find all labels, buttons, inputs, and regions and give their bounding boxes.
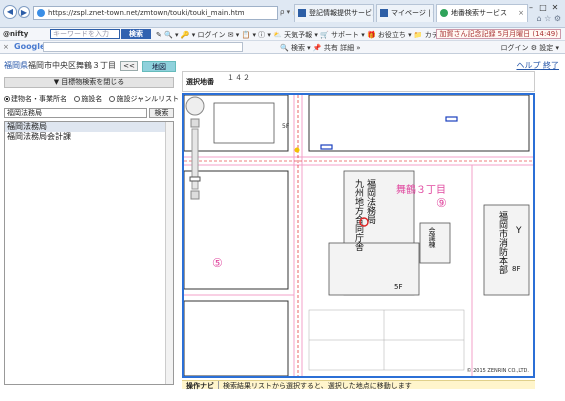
tab-label: 地番検索サービス [451,9,507,17]
bldg-label-2: 九州地方合同庁舎 [353,179,364,252]
tab-1[interactable]: 登記情報提供サービス [294,4,374,22]
tab-close-icon[interactable]: × [518,5,524,21]
bldg-label-3: 福岡市消防本部 [497,210,508,275]
toggle-landmark-search-button[interactable]: ▼ 目標物検索を閉じる [4,77,174,88]
map-copyright: © 2015 ZENRIN CO.,LTD. [466,368,530,374]
browser-titlebar: ◀ ▶ https://zspl.znet-town.net/zmtown/to… [0,0,565,28]
svg-text:5F: 5F [282,123,290,130]
direction-arrow-icon [320,144,333,150]
list-item[interactable]: 福岡法務局 [5,122,173,132]
floors-5f: 5F [394,283,402,291]
search-type-radios: 建物名・事業所名 施設名 施設ジャンルリスト [4,94,184,104]
address-bar[interactable]: https://zspl.znet-town.net/zmtown/touki/… [33,6,278,20]
tab-2[interactable]: マイページ | 登記情報提… [376,4,434,22]
home-icon[interactable]: ⌂ [536,14,541,23]
radio-label: 建物名・事業所名 [11,95,67,103]
settings-icon[interactable]: ⚙ [554,14,561,23]
tab-label: 登記情報提供サービス [309,9,374,17]
news-ticker[interactable]: 加賀さん記念記録 5月月曜日 (14:49) [436,29,561,39]
selected-lot-label: 選択地番 [186,78,214,86]
op-navi-label: 操作ナビ [186,382,214,390]
district-label: 舞鶴３丁目 [396,183,446,196]
floors-8f: 8F [512,265,520,273]
zoom-control[interactable] [184,95,206,215]
block-9-label: ⑨ [436,196,447,210]
browser-icons: ⌂ ☆ ⚙ [536,14,561,23]
list-item[interactable]: 福岡法務局会計課 [5,132,173,142]
google-toolbar: × Google 🔍 検索 ▾ 📌 共有 詳細 » ログイン ⚙ 設定 ▾ [0,41,565,54]
map-view[interactable]: 舞鶴３丁目 ⑨ ⑤ 福岡法務局 九州地方合同庁舎 福岡市消防本部 会議棟 Y 5… [182,93,535,378]
google-login[interactable]: ログイン ⚙ 設定 ▾ [501,43,559,53]
selected-lot-bar: 選択地番 １４２ [182,71,535,92]
radio-checked-icon [4,96,10,102]
block-5-label: ⑤ [212,256,223,270]
radio-building-name[interactable]: 建物名・事業所名 [4,94,67,104]
google-search-input[interactable] [43,42,243,52]
fire-symbol: Y [515,226,522,236]
tab-favicon [380,9,388,17]
tab-favicon [440,9,448,17]
back-button[interactable]: ◀ [3,5,17,19]
map-tab[interactable]: 地図 [142,61,176,72]
nifty-logo: @nifty [3,30,29,38]
radio-label: 施設名 [81,95,103,103]
toolbar-items[interactable]: ✎ 🔍 ▾ 🔑 ▾ ログイン ✉ ▾ 📋 ▾ ⓘ ▾ ⛅ 天気予報 ▾ 🛒 サポ… [156,30,439,40]
tab-favicon [298,9,306,17]
google-logo: Google [14,42,46,51]
favorites-icon[interactable]: ☆ [544,14,551,23]
radio-facility-name[interactable]: 施設名 [74,94,102,104]
site-icon [37,9,45,17]
nifty-toolbar: @nifty キーワードを入力 検索 ✎ 🔍 ▾ 🔑 ▾ ログイン ✉ ▾ 📋 … [0,28,565,41]
close-link[interactable]: 終了 [543,61,559,70]
zoom-in-icon[interactable] [190,118,200,128]
radio-facility-genre[interactable]: 施設ジャンルリスト [109,94,179,104]
bldg-label-1: 福岡法務局 [365,178,376,225]
address-url: https://zspl.znet-town.net/zmtown/touki/… [48,9,245,17]
radio-unchecked-icon [109,96,116,102]
tab-3[interactable]: 地番検索サービス × [436,4,528,22]
close-icon[interactable]: ✕ [549,3,561,12]
minimize-icon[interactable]: – [525,3,537,12]
google-toolbar-items[interactable]: 🔍 検索 ▾ 📌 共有 詳細 » [280,43,361,53]
maximize-icon[interactable]: □ [537,3,549,12]
signal-icon [294,147,300,153]
pan-icon[interactable] [185,96,205,116]
breadcrumb-location: 福岡市中央区舞鶴３丁目 [28,61,116,70]
radio-unchecked-icon [74,96,81,102]
help-link[interactable]: ヘルプ [516,61,540,70]
direction-arrow-icon [445,116,458,122]
breadcrumb-pref-link[interactable]: 福岡県 [4,61,28,70]
browser-window: ◀ ▶ https://zspl.znet-town.net/zmtown/to… [0,0,565,401]
results-scrollbar[interactable] [165,122,173,384]
bldg-label-4: 会議棟 [428,226,436,249]
collapse-panel-button[interactable]: << [120,61,138,71]
window-controls: – □ ✕ [525,3,561,12]
close-toolbar-icon[interactable]: × [3,43,9,51]
search-results-list[interactable]: 福岡法務局 福岡法務局会計課 [4,121,174,385]
op-navi-divider [218,381,219,389]
selected-lot-value: １４２ [227,74,251,82]
help-links: ヘルプ 終了 [516,60,559,71]
tab-label: マイページ | 登記情報提… [391,9,433,17]
page-content: 福岡県福岡市中央区舞鶴３丁目 << 地図 ヘルプ 終了 ▼ 目標物検索を閉じる … [0,55,565,401]
breadcrumb: 福岡県福岡市中央区舞鶴３丁目 [4,60,116,71]
landmark-search-button[interactable]: 検索 [149,108,174,118]
zoom-out-icon[interactable] [190,190,200,200]
forward-button[interactable]: ▶ [18,6,30,18]
zoom-slider-handle[interactable] [189,176,201,182]
operation-navi-bar: 操作ナビ 検索結果リストから選択すると、選択した地点に移動します [182,380,535,390]
keyword-input[interactable]: キーワードを入力 [50,29,120,39]
map-canvas[interactable]: 舞鶴３丁目 ⑨ ⑤ 福岡法務局 九州地方合同庁舎 福岡市消防本部 会議棟 Y 5… [184,95,533,376]
toolbar-search-button[interactable]: 検索 [121,29,151,39]
op-navi-text: 検索結果リストから選択すると、選択した地点に移動します [223,382,412,390]
landmark-search-input[interactable]: 福岡法務局 [4,108,147,118]
radio-label: 施設ジャンルリスト [116,95,180,103]
